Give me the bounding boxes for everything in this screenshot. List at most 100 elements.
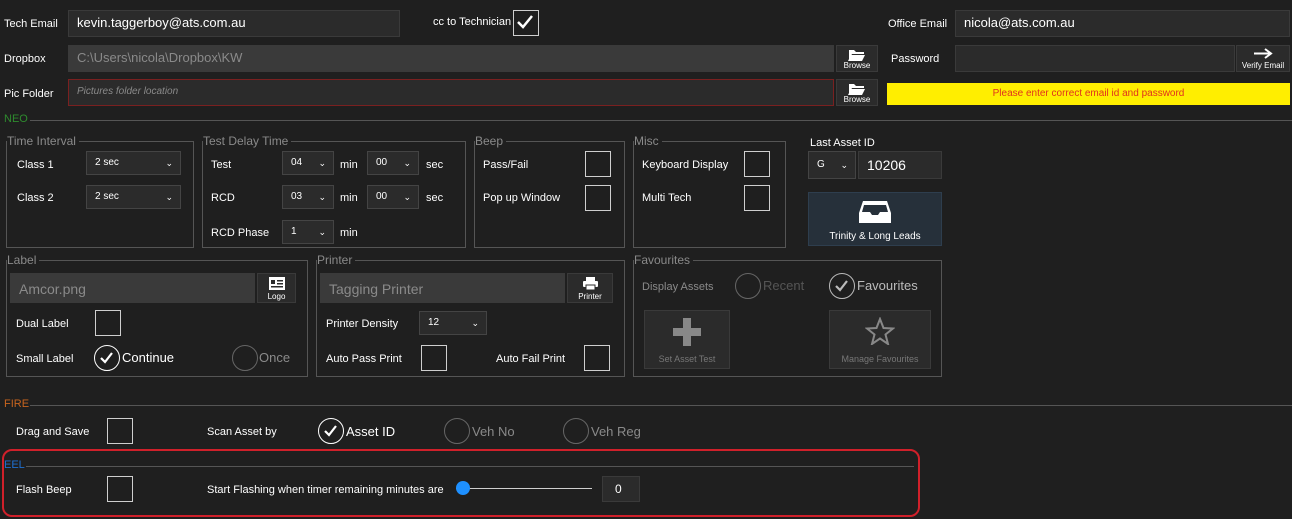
highlight-annotation: [2, 449, 920, 517]
small-label-label: Small Label: [16, 353, 74, 365]
keyboard-display-checkbox[interactable]: [744, 151, 770, 177]
veh-no-label: Veh No: [472, 424, 515, 439]
verify-email-button[interactable]: Verify Email: [1236, 45, 1290, 72]
neo-section-label: NEO: [4, 113, 28, 125]
once-radio[interactable]: [232, 345, 258, 371]
auto-pass-print-checkbox[interactable]: [421, 345, 447, 371]
tech-email-label: Tech Email: [4, 18, 58, 30]
office-email-field[interactable]: nicola@ats.com.au: [955, 10, 1290, 37]
neo-divider: [30, 120, 1292, 121]
label-file-field[interactable]: Amcor.png: [10, 273, 255, 303]
dropbox-browse-button[interactable]: Browse: [836, 45, 878, 72]
printer-group-title: Printer: [317, 252, 356, 268]
continue-label: Continue: [122, 350, 175, 365]
password-field[interactable]: [955, 45, 1235, 72]
pic-folder-browse-button[interactable]: Browse: [836, 79, 878, 106]
auto-fail-print-label: Auto Fail Print: [496, 353, 566, 365]
dual-label-checkbox[interactable]: [95, 310, 121, 336]
set-asset-test-label: Set Asset Test: [658, 354, 716, 364]
pic-folder-label: Pic Folder: [4, 88, 54, 100]
multi-tech-label: Multi Tech: [642, 192, 692, 204]
rcd-sec-value: 00: [376, 191, 388, 202]
folder-open-icon: [848, 50, 865, 61]
chevron-down-icon: ⌄: [403, 192, 411, 202]
drag-save-checkbox[interactable]: [107, 418, 133, 444]
auto-fail-print-checkbox[interactable]: [584, 345, 610, 371]
printer-density-select[interactable]: 12 ⌄: [419, 311, 487, 335]
tech-email-field[interactable]: kevin.taggerboy@ats.com.au: [68, 10, 400, 37]
popup-window-checkbox[interactable]: [585, 185, 611, 211]
pic-folder-field[interactable]: Pictures folder location: [68, 79, 834, 106]
manage-favourites-button[interactable]: Manage Favourites: [829, 310, 931, 369]
id-card-icon: [268, 277, 285, 290]
rcd-phase-value: 1: [291, 226, 297, 237]
rcd-min-value: 03: [291, 191, 303, 202]
chevron-down-icon: ⌄: [318, 192, 326, 202]
veh-reg-radio[interactable]: [563, 418, 589, 444]
favourites-radio[interactable]: [829, 273, 855, 299]
label-group-title: Label: [7, 252, 40, 268]
printer-density-value: 12: [428, 317, 440, 328]
class1-label: Class 1: [17, 159, 54, 171]
class2-value: 2 sec: [95, 191, 119, 202]
display-assets-label: Display Assets: [642, 281, 714, 293]
check-icon: [100, 352, 113, 364]
last-asset-id-label: Last Asset ID: [810, 137, 875, 149]
class1-select[interactable]: 2 sec ⌄: [86, 151, 181, 175]
veh-reg-label: Veh Reg: [591, 424, 641, 439]
error-message: Please enter correct email id and passwo…: [887, 83, 1290, 105]
class2-select[interactable]: 2 sec ⌄: [86, 185, 181, 209]
drag-save-label: Drag and Save: [16, 426, 90, 438]
multi-tech-checkbox[interactable]: [744, 185, 770, 211]
auto-pass-print-label: Auto Pass Print: [326, 353, 402, 365]
check-icon: [324, 425, 337, 437]
chevron-down-icon: ⌄: [165, 192, 173, 202]
asset-id-radio[interactable]: [318, 418, 344, 444]
dropbox-path-field[interactable]: C:\Users\nicola\Dropbox\KW: [68, 45, 834, 72]
keyboard-display-label: Keyboard Display: [642, 159, 729, 171]
cc-technician-checkbox[interactable]: [513, 10, 539, 36]
rcd-min-select[interactable]: 03 ⌄: [282, 185, 334, 209]
continue-radio[interactable]: [94, 345, 120, 371]
scan-asset-by-label: Scan Asset by: [207, 426, 277, 438]
chevron-down-icon: ⌄: [318, 227, 326, 237]
logo-button[interactable]: Logo: [257, 273, 296, 303]
rcd-phase-select[interactable]: 1 ⌄: [282, 220, 334, 244]
printer-button[interactable]: Printer: [567, 273, 613, 303]
min-unit: min: [340, 192, 358, 204]
chevron-down-icon: ⌄: [318, 158, 326, 168]
rcd-sec-select[interactable]: 00 ⌄: [367, 185, 419, 209]
min-unit: min: [340, 227, 358, 239]
inbox-tray-icon: [859, 201, 891, 223]
rcd-phase-label: RCD Phase: [211, 227, 270, 239]
sec-unit: sec: [426, 192, 444, 204]
printer-density-label: Printer Density: [326, 318, 399, 330]
set-asset-test-button[interactable]: Set Asset Test: [644, 310, 730, 369]
test-min-value: 04: [291, 157, 303, 168]
veh-no-radio[interactable]: [444, 418, 470, 444]
recent-radio[interactable]: [735, 273, 761, 299]
password-label: Password: [891, 53, 940, 65]
check-icon: [835, 280, 848, 292]
misc-title: Misc: [634, 133, 662, 149]
fire-section-label: FIRE: [4, 398, 30, 410]
printer-name-field[interactable]: Tagging Printer: [320, 273, 565, 303]
fire-divider: [30, 405, 1292, 406]
test-min-select[interactable]: 04 ⌄: [282, 151, 334, 175]
asset-id-label: Asset ID: [346, 424, 396, 439]
min-unit: min: [340, 159, 358, 171]
trinity-long-leads-button[interactable]: Trinity & Long Leads: [808, 192, 942, 246]
pass-fail-checkbox[interactable]: [585, 151, 611, 177]
star-icon: [864, 316, 896, 347]
browse-label: Browse: [843, 61, 871, 70]
test-sec-select[interactable]: 00 ⌄: [367, 151, 419, 175]
chevron-down-icon: ⌄: [403, 158, 411, 168]
class2-label: Class 2: [17, 192, 54, 204]
chevron-down-icon: ⌄: [165, 158, 173, 168]
last-asset-id-field[interactable]: 10206: [858, 151, 942, 179]
manage-favourites-label: Manage Favourites: [841, 354, 919, 364]
test-delay-title: Test Delay Time: [203, 133, 292, 149]
logo-label: Logo: [267, 292, 286, 301]
asset-prefix-select[interactable]: G ⌄: [808, 151, 856, 179]
trinity-long-leads-label: Trinity & Long Leads: [829, 231, 921, 242]
